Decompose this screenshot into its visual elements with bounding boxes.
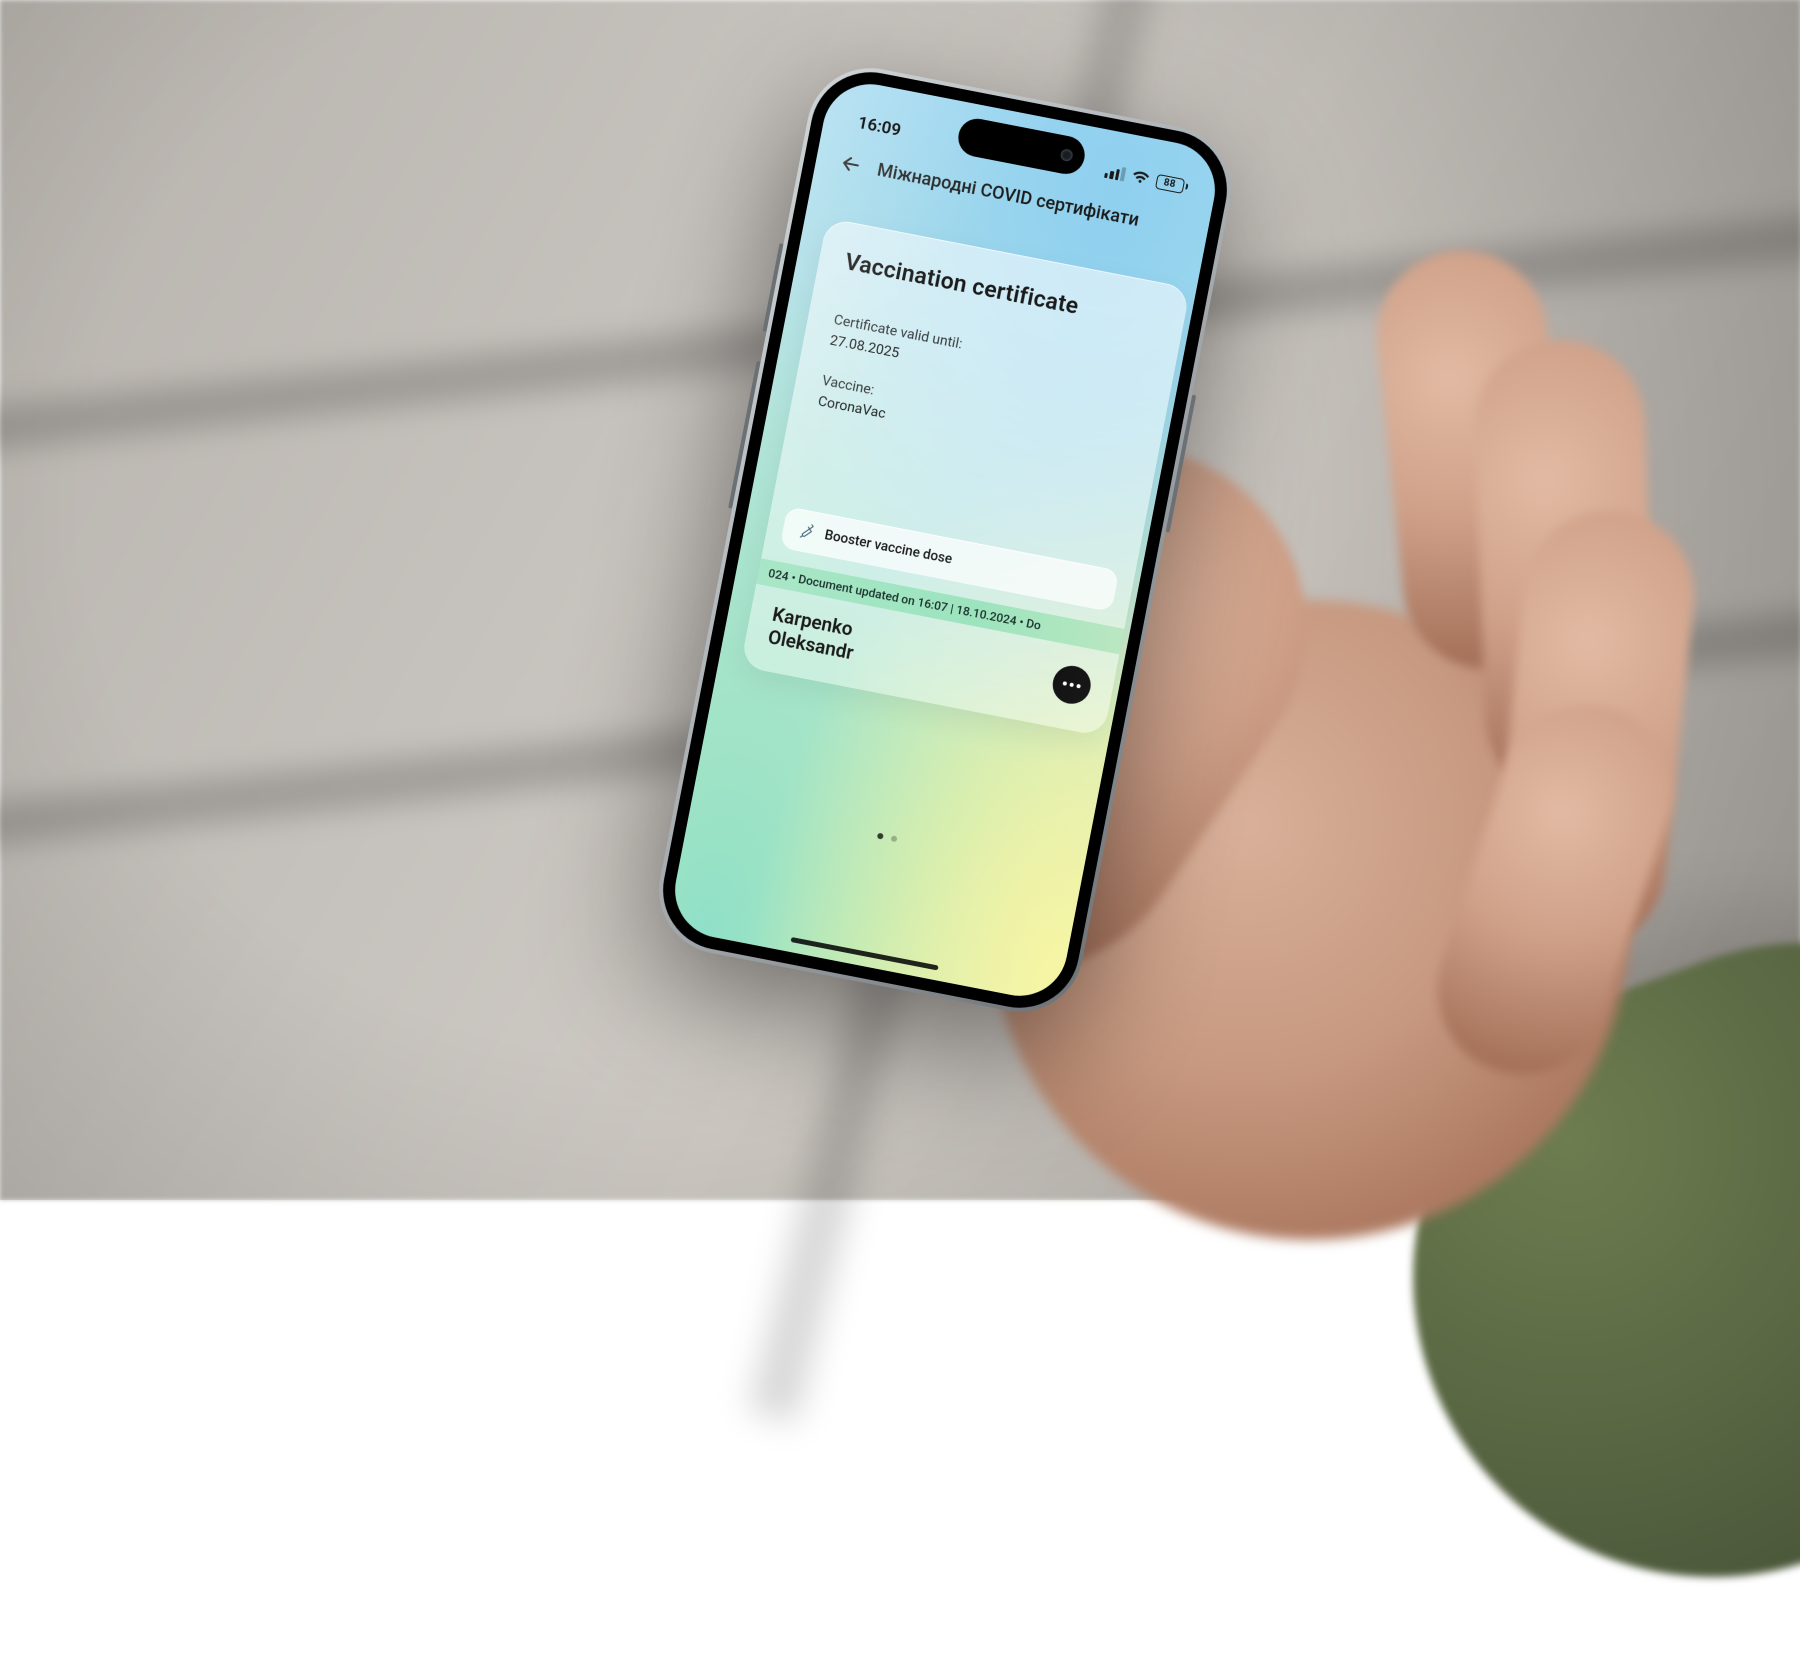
battery-level: 88 bbox=[1163, 177, 1177, 190]
more-button[interactable] bbox=[1049, 662, 1094, 707]
holder-name: Karpenko Oleksandr bbox=[766, 604, 860, 665]
cellular-icon bbox=[1104, 164, 1126, 182]
page-dot-active bbox=[877, 833, 884, 840]
page-indicator bbox=[691, 797, 1083, 879]
certificate-card[interactable]: Vaccination certificate Certificate vali… bbox=[740, 218, 1190, 737]
status-tray: 88 bbox=[1103, 163, 1189, 194]
page-dot bbox=[891, 835, 898, 842]
status-time: 16:09 bbox=[856, 113, 903, 141]
wifi-icon bbox=[1130, 169, 1150, 186]
home-indicator[interactable] bbox=[790, 937, 938, 971]
battery-icon: 88 bbox=[1155, 173, 1190, 194]
more-icon bbox=[1063, 681, 1068, 686]
arrow-left-icon bbox=[837, 150, 865, 178]
back-button[interactable] bbox=[836, 149, 866, 179]
syringe-icon bbox=[796, 521, 817, 542]
